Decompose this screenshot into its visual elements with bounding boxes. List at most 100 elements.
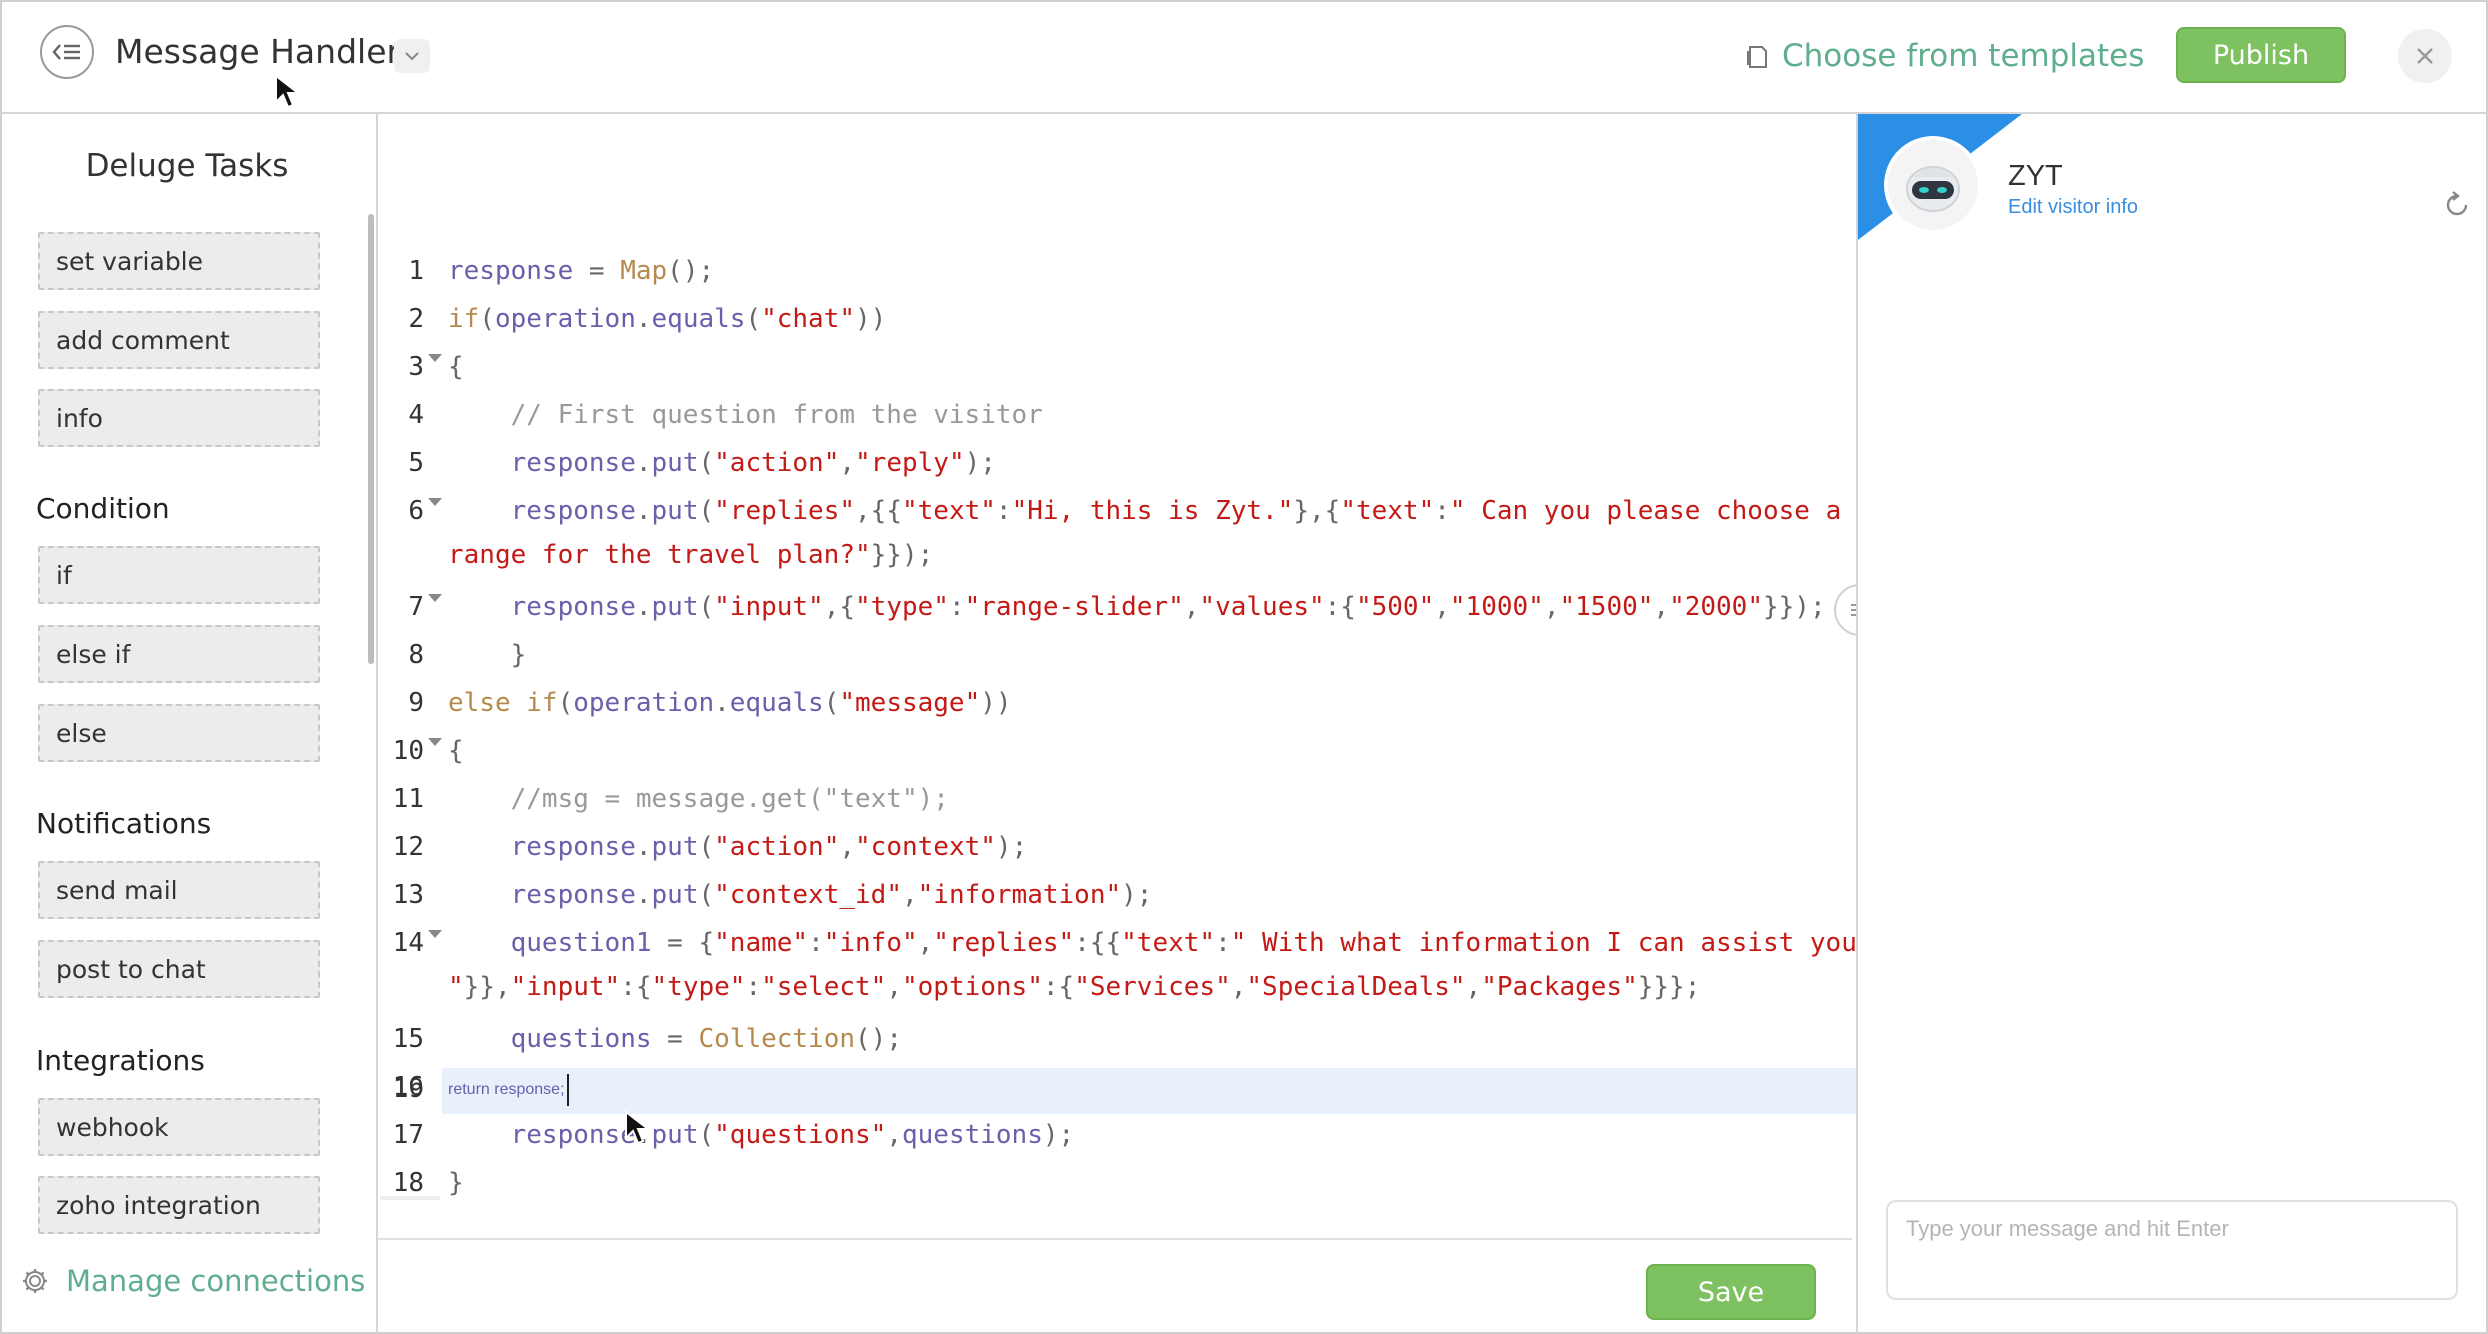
fold-arrow-icon[interactable] <box>428 354 442 362</box>
code-text: response.put("questions",questions); <box>510 1120 1075 1150</box>
task-post-to-chat[interactable]: post to chat <box>38 940 320 998</box>
code-area[interactable]: 1 response = Map(); 2 if(operation.equal… <box>378 126 1967 1206</box>
text-caret <box>566 1074 569 1106</box>
line-number: 3 <box>408 352 424 382</box>
line-number: 5 <box>408 448 424 478</box>
publish-button[interactable]: Publish <box>2176 27 2346 83</box>
choose-templates-link[interactable]: Choose from templates <box>1746 36 2144 76</box>
deluge-tasks-sidebar: Deluge Tasks set variable add comment in… <box>2 114 378 1332</box>
code-text: response.put("context_id","information")… <box>510 880 1153 910</box>
line-number: 8 <box>408 640 424 670</box>
task-info[interactable]: info <box>38 389 320 447</box>
line-number: 2 <box>408 304 424 334</box>
line-number: 19 <box>392 1074 424 1104</box>
fold-arrow-icon[interactable] <box>428 498 442 506</box>
code-editor[interactable]: 1 response = Map(); 2 if(operation.equal… <box>378 114 1967 1240</box>
mouse-pointer-icon <box>625 1110 651 1145</box>
line-number: 4 <box>408 400 424 430</box>
task-zoho-integration[interactable]: zoho integration <box>38 1176 320 1234</box>
refresh-icon <box>2446 191 2468 216</box>
code-text: if(operation.equals("chat")) <box>448 304 887 334</box>
task-send-mail[interactable]: send mail <box>38 861 320 919</box>
code-text: } <box>448 640 527 670</box>
line-number: 9 <box>408 688 424 718</box>
line-number: 18 <box>392 1168 424 1198</box>
manage-connections-label: Manage connections <box>66 1264 366 1298</box>
code-line: 2 if(operation.equals("chat")) <box>378 292 1856 334</box>
fold-arrow-icon[interactable] <box>428 930 442 938</box>
code-line: 7 response.put("input",{"type":"range-sl… <box>378 580 1856 622</box>
section-condition-heading: Condition <box>36 492 170 525</box>
code-text: response = Map(); <box>448 256 715 286</box>
code-line: 11 //msg = message.get("text"); <box>378 772 1856 814</box>
close-button[interactable] <box>2398 29 2452 83</box>
task-else-if[interactable]: else if <box>38 625 320 683</box>
line-number: 7 <box>408 592 424 622</box>
code-text: response.put("action","reply"); <box>510 448 996 478</box>
line-number: 1 <box>408 256 424 286</box>
editor-bottom-marker <box>380 1196 440 1200</box>
code-line: 13 response.put("context_id","informatio… <box>378 868 1856 910</box>
task-set-variable[interactable]: set variable <box>38 232 320 290</box>
code-text: response.put("replies",{{"text":"Hi, thi… <box>510 496 1936 526</box>
app-window: Message Handler Choose from templates Pu… <box>0 0 2488 1334</box>
code-line: 6 response.put("replies",{{"text":"Hi, t… <box>378 484 1935 574</box>
line-number: 14 <box>392 928 424 958</box>
chat-message-input[interactable]: Type your message and hit Enter <box>1886 1200 2458 1300</box>
page-title: Message Handler <box>115 32 401 71</box>
refresh-button[interactable] <box>2442 190 2472 225</box>
code-line: 18 } <box>378 1156 1856 1198</box>
task-add-comment[interactable]: add comment <box>38 311 320 369</box>
code-text: // First question from the visitor <box>448 400 1043 430</box>
code-line: 4 // First question from the visitor <box>378 388 1856 430</box>
gear-icon <box>23 1269 47 1293</box>
code-text: question1 = {"name":"info","replies":{{"… <box>510 928 1967 958</box>
chat-preview-panel: ZYT Edit visitor info Type your message … <box>1856 114 2486 1332</box>
line-number: 10 <box>392 736 424 766</box>
fold-arrow-icon[interactable] <box>428 738 442 746</box>
line-number: 11 <box>392 784 424 814</box>
code-text: response.put("input",{"type":"range-slid… <box>510 592 1826 622</box>
code-line: 1 response = Map(); <box>378 244 1856 286</box>
code-line: 14 question1 = {"name":"info","replies":… <box>378 916 1967 1006</box>
manage-connections-link[interactable]: Manage connections <box>20 1264 365 1298</box>
code-text: } <box>448 1168 464 1198</box>
code-text-wrap: range for the travel plan?"}}); <box>448 540 934 570</box>
collapse-back-icon <box>52 44 80 60</box>
task-else[interactable]: else <box>38 704 320 762</box>
template-icon <box>1747 46 1767 68</box>
task-if[interactable]: if <box>38 546 320 604</box>
code-text: response.put("action","context"); <box>510 832 1028 862</box>
code-text: { <box>448 736 464 766</box>
chevron-down-icon <box>405 52 419 61</box>
code-text: questions = Collection(); <box>510 1024 902 1054</box>
code-text: //msg = message.get("text"); <box>448 784 949 814</box>
code-line: 15 questions = Collection(); <box>378 1012 1856 1054</box>
code-text-wrap: "}},"input":{"type":"select","options":{… <box>448 972 1701 1002</box>
line-number: 13 <box>392 880 424 910</box>
active-code-line[interactable]: return response; <box>442 1068 1856 1114</box>
close-icon <box>2417 48 2433 64</box>
code-line: 5 response.put("action","reply"); <box>378 436 1856 478</box>
code-line: 17 response.put("questions",questions); <box>378 1108 1856 1150</box>
editor-footer-divider <box>378 1238 1852 1240</box>
mouse-pointer-icon <box>275 74 301 109</box>
title-dropdown-button[interactable] <box>394 39 430 73</box>
task-webhook[interactable]: webhook <box>38 1098 320 1156</box>
fold-arrow-icon[interactable] <box>428 594 442 602</box>
top-bar: Message Handler Choose from templates Pu… <box>2 2 2486 114</box>
line-number: 17 <box>392 1120 424 1150</box>
line-number: 12 <box>392 832 424 862</box>
bot-avatar <box>1888 140 1978 230</box>
line-number: 6 <box>408 496 424 526</box>
code-line: 12 response.put("action","context"); <box>378 820 1856 862</box>
collapse-back-button[interactable] <box>40 25 94 79</box>
line-number: 15 <box>392 1024 424 1054</box>
bot-name: ZYT <box>2008 160 2063 192</box>
code-text: return response; <box>448 1074 569 1106</box>
robot-icon <box>1906 166 1960 212</box>
code-line: 3 { <box>378 340 1856 382</box>
edit-visitor-info-link[interactable]: Edit visitor info <box>2008 196 2138 219</box>
save-button[interactable]: Save <box>1646 1264 1816 1320</box>
sidebar-scrollbar[interactable] <box>368 214 374 664</box>
